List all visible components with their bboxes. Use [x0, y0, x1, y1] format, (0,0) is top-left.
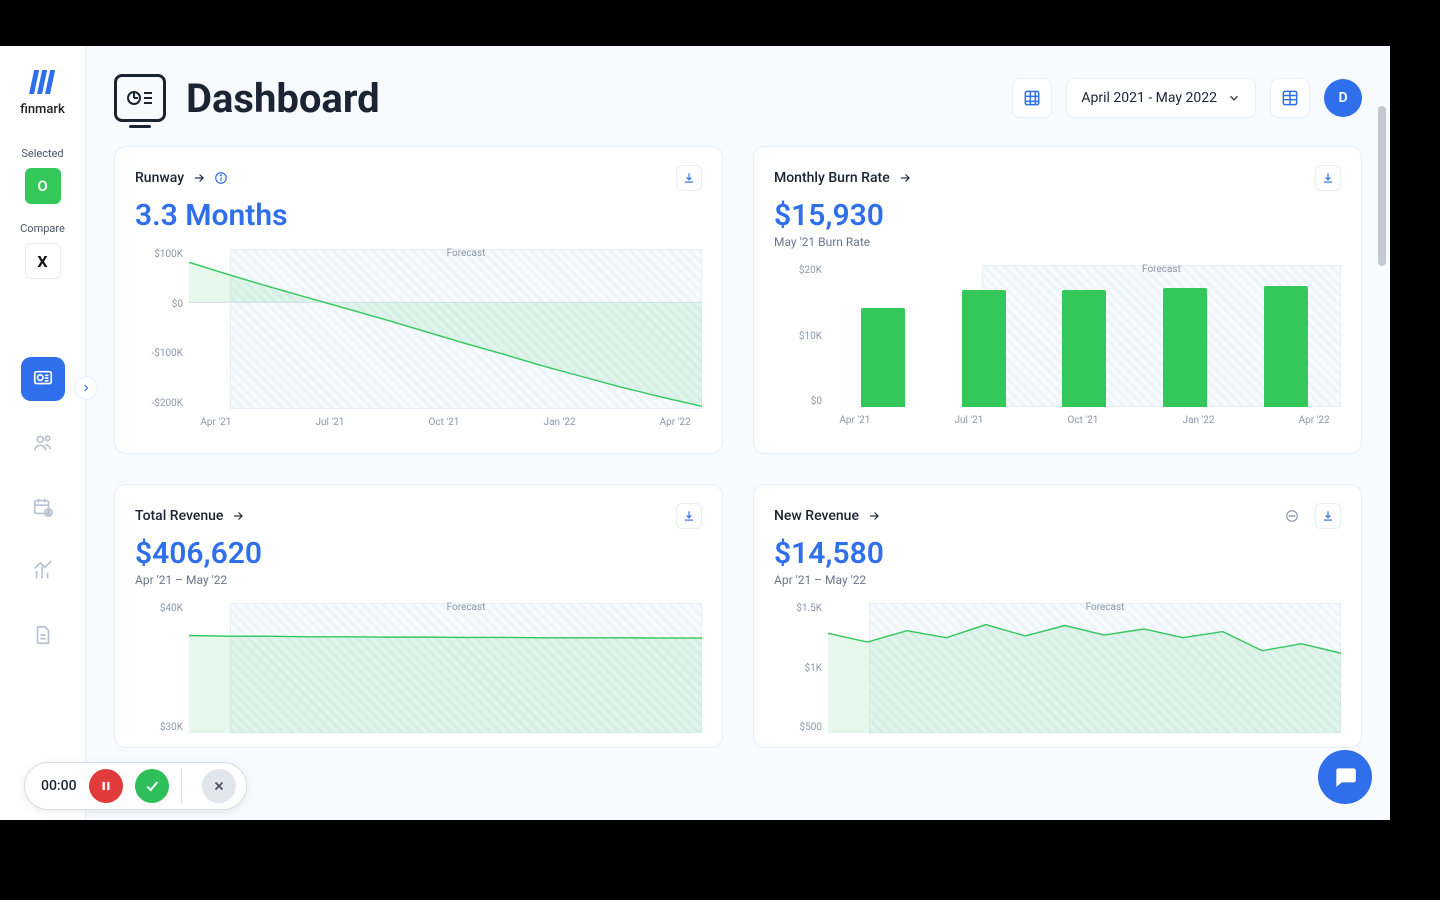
- card-new-revenue-more[interactable]: [1279, 503, 1305, 529]
- close-icon: [212, 779, 226, 793]
- chat-icon: [1332, 764, 1358, 790]
- card-total-revenue-title-link[interactable]: Total Revenue: [135, 508, 245, 524]
- check-icon: [144, 778, 160, 794]
- sidebar: finmark Selected O Compare X $: [0, 46, 86, 820]
- pause-icon: [99, 779, 113, 793]
- download-icon: [682, 171, 696, 185]
- card-runway-title-link[interactable]: Runway: [135, 170, 228, 186]
- card-new-revenue-title-link[interactable]: New Revenue: [774, 508, 881, 524]
- sidebar-expand-handle[interactable]: [74, 376, 98, 400]
- more-icon: [1285, 509, 1299, 523]
- brand-logo-mark: [26, 66, 58, 98]
- header: Dashboard April 2021 - May 2022 D: [114, 74, 1362, 122]
- card-new-revenue-title: New Revenue: [774, 508, 859, 524]
- recorder-pause-button[interactable]: [89, 769, 123, 803]
- screen-recorder: 00:00: [24, 762, 247, 810]
- card-burn-download[interactable]: [1315, 165, 1341, 191]
- card-new-revenue-subtitle: Apr '21 – May '22: [774, 573, 1341, 587]
- svg-text:$: $: [46, 510, 49, 517]
- chat-widget-button[interactable]: [1318, 750, 1372, 804]
- card-runway: Runway 3.3 Months $100K$0-$100K-$200K: [114, 146, 723, 454]
- bar: [861, 308, 905, 407]
- nav-people[interactable]: [21, 421, 65, 465]
- card-total-revenue: Total Revenue $406,620 Apr '21 – May '22…: [114, 484, 723, 748]
- card-burn-value: $15,930: [774, 198, 1341, 233]
- chart-total-revenue: $40K$30K Forecast: [135, 603, 702, 733]
- info-icon[interactable]: [214, 171, 228, 185]
- grid-view-button[interactable]: [1012, 78, 1052, 118]
- recorder-confirm-button[interactable]: [135, 769, 169, 803]
- chart-burn: $20K$10K$0 Forecast Apr '21Jul '21Oct '2…: [774, 265, 1341, 437]
- arrow-right-icon: [231, 509, 245, 523]
- date-range-picker[interactable]: April 2021 - May 2022: [1066, 78, 1256, 118]
- sidebar-nav: $: [21, 357, 65, 657]
- columns-button[interactable]: [1270, 78, 1310, 118]
- scrollbar-thumb[interactable]: [1378, 106, 1386, 266]
- nav-dashboard[interactable]: [21, 357, 65, 401]
- nav-reports[interactable]: [21, 549, 65, 593]
- bar: [1163, 288, 1207, 407]
- brand-name: finmark: [20, 102, 65, 117]
- recorder-cancel-button[interactable]: [202, 769, 236, 803]
- card-total-revenue-download[interactable]: [676, 503, 702, 529]
- nav-documents[interactable]: [21, 613, 65, 657]
- chevron-down-icon: [1227, 91, 1241, 105]
- compare-scenario-tile[interactable]: X: [25, 243, 61, 279]
- page-title: Dashboard: [186, 75, 380, 122]
- columns-icon: [1280, 88, 1300, 108]
- bar: [1264, 286, 1308, 407]
- grid-icon: [1022, 88, 1042, 108]
- download-icon: [682, 509, 696, 523]
- sidebar-compare-label: Compare: [20, 222, 65, 235]
- card-burn-subtitle: May '21 Burn Rate: [774, 235, 1341, 249]
- card-total-revenue-title: Total Revenue: [135, 508, 223, 524]
- card-runway-download[interactable]: [676, 165, 702, 191]
- dashboard-header-icon: [114, 74, 166, 122]
- arrow-right-icon: [898, 171, 912, 185]
- card-total-revenue-value: $406,620: [135, 536, 702, 571]
- date-range-label: April 2021 - May 2022: [1081, 90, 1217, 106]
- sidebar-selected-label: Selected: [21, 147, 63, 160]
- card-burn: Monthly Burn Rate $15,930 May '21 Burn R…: [753, 146, 1362, 454]
- main-content: Dashboard April 2021 - May 2022 D: [86, 46, 1390, 820]
- selected-scenario-tile[interactable]: O: [25, 168, 61, 204]
- bar: [1062, 290, 1106, 407]
- nav-calendar-money[interactable]: $: [21, 485, 65, 529]
- arrow-right-icon: [867, 509, 881, 523]
- card-new-revenue-value: $14,580: [774, 536, 1341, 571]
- card-burn-title: Monthly Burn Rate: [774, 170, 890, 186]
- recorder-time: 00:00: [41, 778, 77, 794]
- chart-runway: $100K$0-$100K-$200K Forecast Apr '21Jul …: [135, 249, 702, 439]
- card-runway-title: Runway: [135, 170, 184, 186]
- user-avatar[interactable]: D: [1324, 79, 1362, 117]
- download-icon: [1321, 509, 1335, 523]
- card-total-revenue-subtitle: Apr '21 – May '22: [135, 573, 702, 587]
- card-new-revenue: New Revenue $14,580 Apr '21 – May '22: [753, 484, 1362, 748]
- card-burn-title-link[interactable]: Monthly Burn Rate: [774, 170, 912, 186]
- arrow-right-icon: [192, 171, 206, 185]
- download-icon: [1321, 171, 1335, 185]
- bar: [962, 290, 1006, 407]
- brand-logo[interactable]: finmark: [20, 66, 65, 117]
- chart-new-revenue: $1.5K$1K$500 Forecast: [774, 603, 1341, 733]
- card-runway-value: 3.3 Months: [135, 198, 702, 233]
- chevron-right-icon: [80, 382, 92, 394]
- card-new-revenue-download[interactable]: [1315, 503, 1341, 529]
